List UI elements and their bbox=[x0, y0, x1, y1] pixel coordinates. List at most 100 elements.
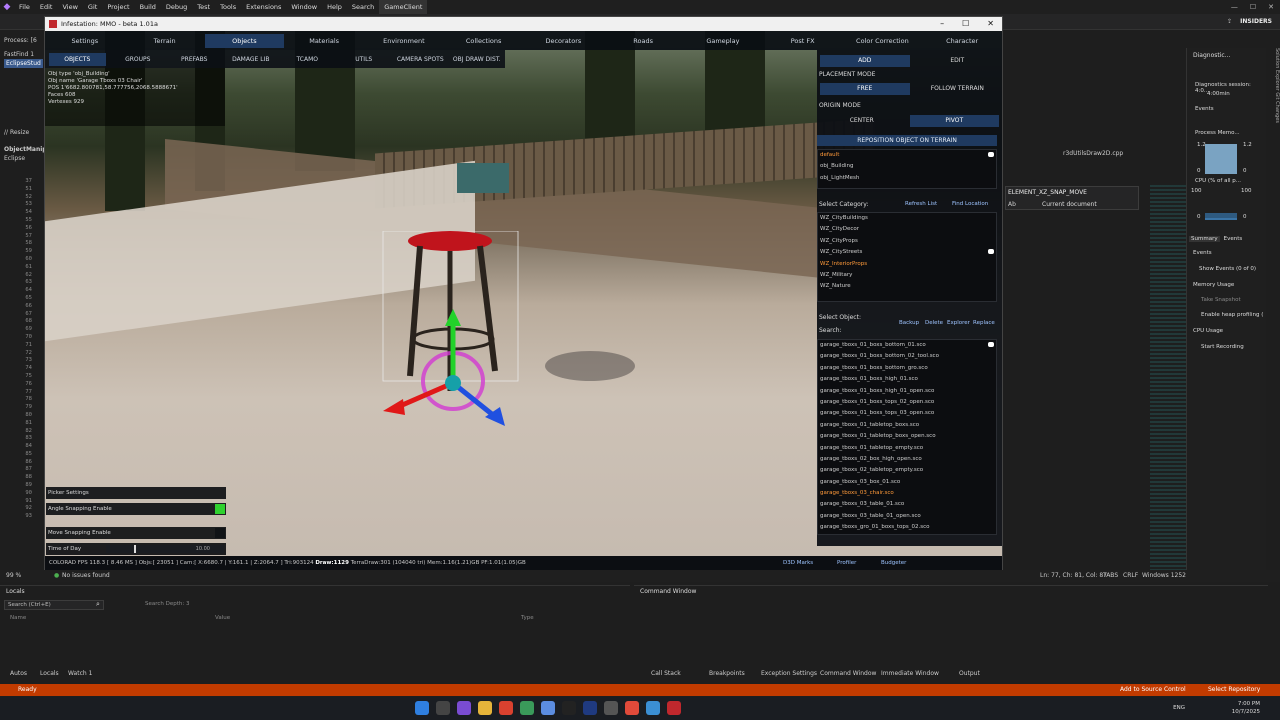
live-share-icon[interactable]: ⇪ bbox=[1227, 18, 1232, 25]
scrollbar-thumb[interactable] bbox=[988, 249, 994, 254]
tab-materials[interactable]: Materials bbox=[284, 37, 364, 45]
tab-objects[interactable]: Objects bbox=[204, 33, 285, 48]
subtab-camera-spots[interactable]: CAMERA SPOTS bbox=[392, 56, 449, 63]
start-recording-button[interactable]: Start Recording bbox=[1201, 344, 1244, 350]
subtab-groups[interactable]: GROUPS bbox=[110, 56, 167, 63]
menu-extensions[interactable]: Extensions bbox=[241, 0, 286, 14]
tab-events[interactable]: Events bbox=[1224, 236, 1243, 242]
subtab-prefabs[interactable]: PREFABS bbox=[166, 56, 223, 63]
tab-settings[interactable]: Settings bbox=[45, 37, 125, 45]
reposition-object-button[interactable]: REPOSITION OBJECT ON TERRAIN bbox=[817, 135, 997, 146]
heap-profiling-checkbox[interactable]: Enable heap profiling ( bbox=[1201, 312, 1263, 318]
tab-color-correction[interactable]: Color Correction bbox=[843, 37, 923, 45]
list-item[interactable]: garage_tboxs_gro_01_boxs_tops_02.sco bbox=[818, 522, 996, 533]
subtab-obj-draw-dist-[interactable]: OBJ DRAW DIST. bbox=[449, 56, 506, 63]
add-button[interactable]: ADD bbox=[820, 55, 910, 67]
list-item[interactable]: garage_tboxs_03_box_01.sco bbox=[818, 477, 996, 488]
follow-terrain-button[interactable]: FOLLOW TERRAIN bbox=[913, 83, 1003, 95]
list-item[interactable]: garage_tboxs_01_boxs_high_01_open.sco bbox=[818, 386, 996, 397]
menu-edit[interactable]: Edit bbox=[35, 0, 58, 14]
list-item[interactable]: WZ_InteriorProps bbox=[818, 259, 996, 270]
angle-snapping-checkbox[interactable] bbox=[215, 504, 225, 514]
tab-exception-settings[interactable]: Exception Settings bbox=[761, 670, 817, 677]
find-location-button[interactable]: Find Location bbox=[952, 201, 988, 207]
list-item[interactable]: WZ_CityStreets bbox=[818, 247, 996, 258]
active-project-label[interactable]: GameClient bbox=[379, 0, 428, 14]
tab-watch1[interactable]: Watch 1 bbox=[68, 670, 92, 677]
app-icon[interactable] bbox=[520, 701, 534, 715]
minimize-icon[interactable]: — bbox=[1231, 3, 1238, 11]
maximize-icon[interactable]: ☐ bbox=[1250, 3, 1256, 11]
show-events-link[interactable]: Show Events (0 of 0) bbox=[1199, 266, 1256, 272]
subtab-objects[interactable]: OBJECTS bbox=[49, 52, 106, 66]
selected-object-gizmo[interactable] bbox=[365, 231, 565, 431]
clock-time[interactable]: 7:00 PM bbox=[1232, 700, 1260, 708]
list-item[interactable]: garage_tboxs_01_boxs_tops_03_open.sco bbox=[818, 408, 996, 419]
list-item[interactable]: garage_tboxs_03_table_01.sco bbox=[818, 499, 996, 510]
issues-status[interactable]: No issues found bbox=[62, 570, 110, 582]
list-item[interactable]: garage_tboxs_03_table_01_open.sco bbox=[818, 511, 996, 522]
code-minimap[interactable] bbox=[1150, 185, 1186, 570]
tab-post-fx[interactable]: Post FX bbox=[763, 37, 843, 45]
list-item[interactable]: garage_tboxs_01_boxs_high_01.sco bbox=[818, 374, 996, 385]
app-icon[interactable] bbox=[625, 701, 639, 715]
tab-summary[interactable]: Summary bbox=[1189, 236, 1220, 242]
list-item[interactable]: garage_tboxs_01_tabletop_empty.sco bbox=[818, 443, 996, 454]
scrollbar-thumb[interactable] bbox=[988, 342, 994, 347]
tab-roads[interactable]: Roads bbox=[603, 37, 683, 45]
list-item[interactable]: default bbox=[818, 150, 996, 161]
subtab-damage-lib[interactable]: DAMAGE LIB bbox=[223, 56, 280, 63]
objectmanip-tab[interactable]: ObjectManip bbox=[0, 145, 45, 154]
app-icon[interactable] bbox=[541, 701, 555, 715]
close-icon[interactable]: ✕ bbox=[1268, 3, 1274, 11]
list-item[interactable]: WZ_Nature bbox=[818, 281, 996, 292]
d3d-marks-button[interactable]: D3D Marks bbox=[783, 556, 813, 570]
move-snapping-checkbox[interactable] bbox=[215, 528, 225, 538]
line-ending[interactable]: CRLF bbox=[1123, 570, 1138, 582]
menu-project[interactable]: Project bbox=[102, 0, 134, 14]
language-indicator[interactable]: ENG bbox=[1173, 704, 1185, 712]
browser-icon[interactable] bbox=[499, 701, 513, 715]
game-viewport[interactable]: Settings Terrain Objects Materials Environme… bbox=[45, 31, 1002, 556]
menu-git[interactable]: Git bbox=[83, 0, 102, 14]
backup-button[interactable]: Backup bbox=[899, 320, 919, 326]
menu-test[interactable]: Test bbox=[192, 0, 215, 14]
list-item[interactable]: WZ_CityDecor bbox=[818, 224, 996, 235]
file-encoding[interactable]: Windows 1252 bbox=[1142, 570, 1186, 582]
list-item[interactable]: garage_tboxs_02_tabletop_empty.sco bbox=[818, 465, 996, 476]
list-item[interactable]: obj_LightMesh bbox=[818, 173, 996, 184]
tab-gameplay[interactable]: Gameplay bbox=[683, 37, 763, 45]
replace-button[interactable]: Replace bbox=[973, 320, 995, 326]
angle-snapping-row[interactable]: Angle Snapping Enable bbox=[46, 503, 226, 515]
list-item[interactable]: garage_tboxs_03_chair.sco bbox=[818, 488, 996, 499]
menu-file[interactable]: File bbox=[14, 0, 35, 14]
scrollbar-thumb[interactable] bbox=[988, 152, 994, 157]
list-item[interactable]: garage_tboxs_01_boxs_tops_02_open.sco bbox=[818, 397, 996, 408]
zoom-level[interactable]: 99 % bbox=[6, 570, 21, 582]
menu-view[interactable]: View bbox=[57, 0, 82, 14]
visual-studio-icon[interactable] bbox=[457, 701, 471, 715]
game-close-icon[interactable]: ✕ bbox=[987, 17, 994, 31]
tab-breakpoints[interactable]: Breakpoints bbox=[709, 670, 745, 677]
app-icon[interactable] bbox=[562, 701, 576, 715]
indent-mode[interactable]: TABS bbox=[1103, 570, 1118, 582]
tab-locals[interactable]: Locals bbox=[40, 670, 59, 677]
match-case-toggle[interactable]: Ab bbox=[1008, 201, 1016, 208]
find-scope-select[interactable]: Current document bbox=[1042, 201, 1097, 208]
search-icon[interactable]: ⌕ bbox=[96, 600, 100, 609]
menu-window[interactable]: Window bbox=[286, 0, 322, 14]
list-item[interactable]: WZ_CityBuildings bbox=[818, 213, 996, 224]
list-item[interactable]: garage_tboxs_01_tabletop_boxs.sco bbox=[818, 420, 996, 431]
list-item[interactable]: garage_tboxs_01_boxs_bottom_gro.sco bbox=[818, 363, 996, 374]
gizmo-center[interactable] bbox=[445, 375, 461, 391]
list-item[interactable]: obj_Building bbox=[818, 161, 996, 172]
select-repository[interactable]: Select Repository bbox=[1208, 684, 1260, 696]
subtab-utils[interactable]: UTILS bbox=[336, 56, 393, 63]
subtab-tcamo[interactable]: TCAMO bbox=[279, 56, 336, 63]
tab-environment[interactable]: Environment bbox=[364, 37, 444, 45]
find-input[interactable]: ELEMENT_XZ_SNAP_MOVE bbox=[1008, 189, 1087, 196]
tab-output[interactable]: Output bbox=[959, 670, 980, 677]
game-minimize-icon[interactable]: – bbox=[940, 17, 944, 31]
tab-collections[interactable]: Collections bbox=[444, 37, 524, 45]
category-list[interactable]: WZ_CityBuildings WZ_CityDecor WZ_CityProps… bbox=[817, 212, 997, 302]
